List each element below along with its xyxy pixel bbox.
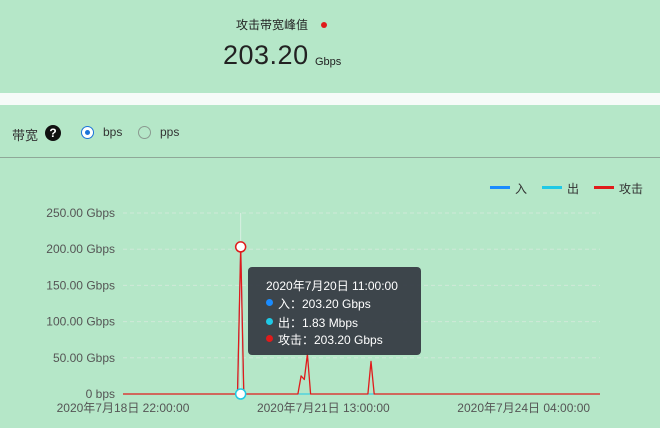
tooltip-dot-out <box>266 318 273 325</box>
x-tick-label: 2020年7月21日 13:00:00 <box>257 401 390 415</box>
tooltip-text-attack: 攻击：203.20 Gbps <box>278 333 383 347</box>
peak-unit: Gbps <box>315 56 342 68</box>
highlight-point-attack <box>234 241 247 253</box>
peak-value: 203.20 <box>223 40 309 70</box>
tooltip-dot-attack <box>266 335 273 342</box>
y-tick-label: 150.00 Gbps <box>46 278 115 292</box>
chart-tooltip: 2020年7月20日 11:00:00 入：203.20 Gbps 出：1.83… <box>248 267 421 355</box>
peak-indicator-dot <box>321 22 327 28</box>
legend-swatch-out <box>542 186 562 189</box>
metric-controls: 带宽 ? bps pps <box>0 105 660 158</box>
x-tick-label: 2020年7月24日 04:00:00 <box>457 401 590 415</box>
legend-swatch-in <box>490 186 510 189</box>
tooltip-dot-in <box>266 299 273 306</box>
peak-label: 攻击带宽峰值 <box>236 18 309 32</box>
help-icon[interactable]: ? <box>45 125 61 141</box>
y-tick-label: 50.00 Gbps <box>53 351 115 365</box>
tooltip-title: 2020年7月20日 11:00:00 <box>266 279 398 293</box>
highlight-point-out <box>234 388 247 400</box>
y-tick-label: 0 bps <box>86 387 115 401</box>
radio-pps[interactable] <box>138 126 151 139</box>
x-tick-label: 2020年7月18日 22:00:00 <box>57 401 190 415</box>
tooltip-text-in: 入：203.20 Gbps <box>278 297 371 311</box>
radio-bps[interactable] <box>81 126 94 139</box>
radio-bps-label[interactable]: bps <box>103 125 122 139</box>
y-tick-label: 200.00 Gbps <box>46 242 115 256</box>
y-tick-label: 100.00 Gbps <box>46 315 115 329</box>
bandwidth-label: 带宽 <box>12 128 39 143</box>
peak-summary: 攻击带宽峰值 203.20 Gbps <box>0 0 660 92</box>
tooltip-text-out: 出：1.83 Mbps <box>278 316 359 330</box>
y-tick-label: 250.00 Gbps <box>46 206 115 220</box>
section-divider <box>0 93 660 105</box>
controls-divider <box>0 157 660 158</box>
radio-pps-label[interactable]: pps <box>160 125 179 139</box>
legend-swatch-attack <box>594 186 614 189</box>
